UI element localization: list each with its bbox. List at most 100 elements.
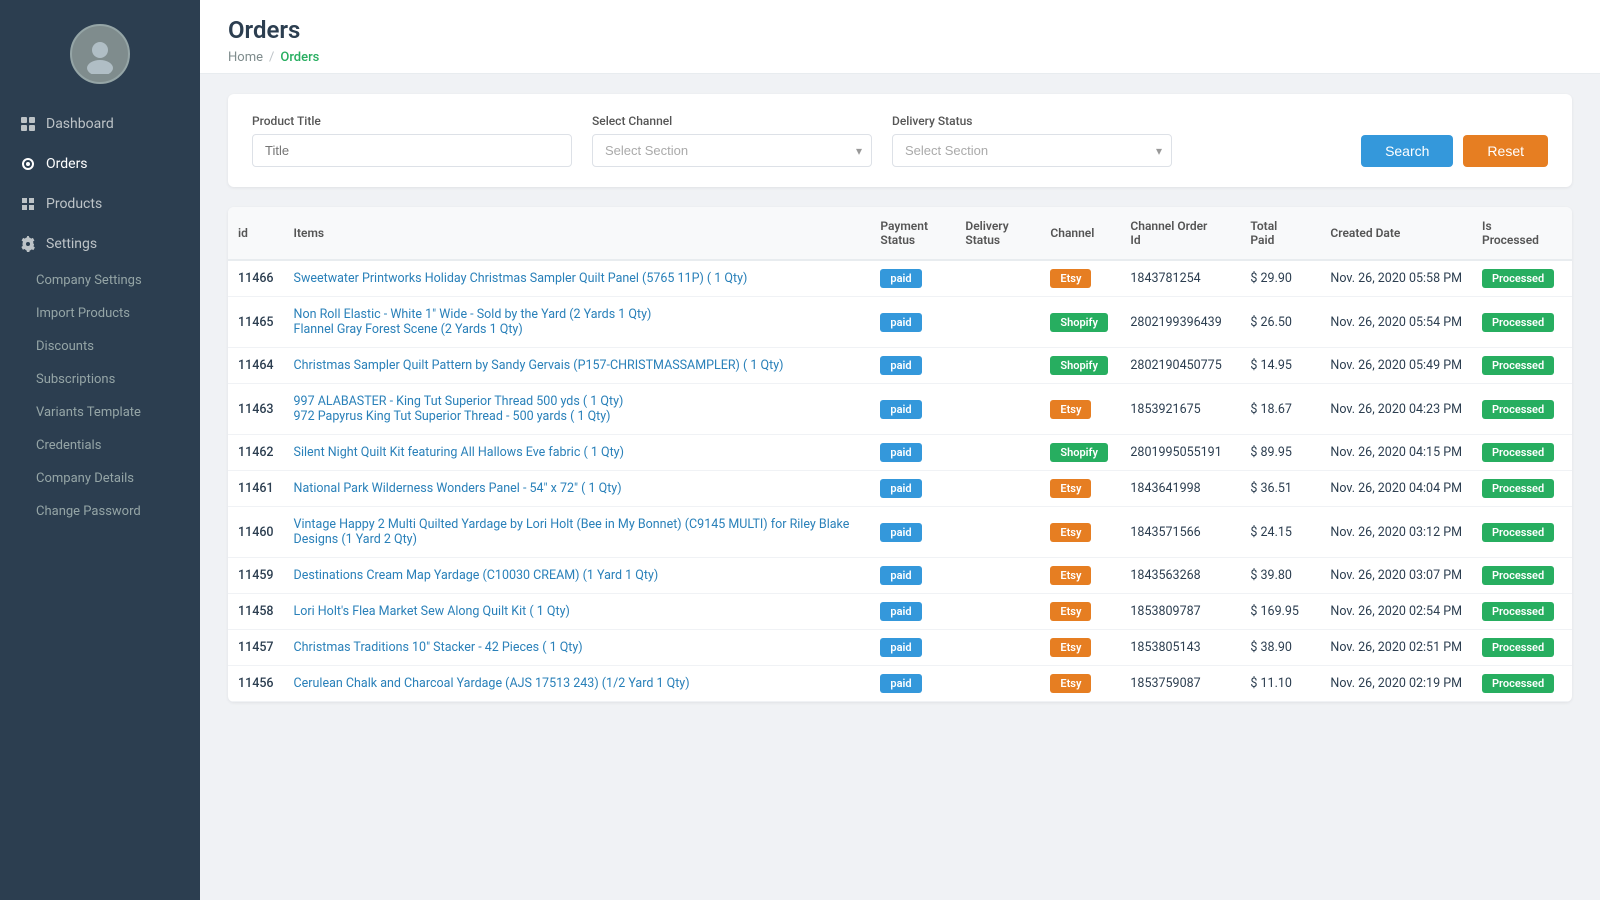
col-header-items: Items bbox=[284, 207, 871, 260]
variants-template-label: Variants Template bbox=[36, 405, 141, 420]
cell-delivery-status bbox=[955, 297, 1040, 348]
payment-badge: paid bbox=[880, 638, 921, 657]
sidebar-item-settings[interactable]: Settings bbox=[0, 224, 200, 264]
cell-is-processed: Processed bbox=[1472, 558, 1572, 594]
cell-is-processed: Processed bbox=[1472, 435, 1572, 471]
channel-badge: Etsy bbox=[1050, 566, 1091, 585]
breadcrumb-home[interactable]: Home bbox=[228, 50, 263, 65]
cell-created-date: Nov. 26, 2020 05:49 PM bbox=[1320, 348, 1472, 384]
sidebar-item-orders-label: Orders bbox=[46, 156, 88, 172]
cell-delivery-status bbox=[955, 630, 1040, 666]
sidebar-item-subscriptions[interactable]: Subscriptions bbox=[0, 363, 200, 396]
cell-items: Destinations Cream Map Yardage (C10030 C… bbox=[284, 558, 871, 594]
product-title-input[interactable] bbox=[252, 134, 572, 167]
cell-is-processed: Processed bbox=[1472, 297, 1572, 348]
cell-items: Sweetwater Printworks Holiday Christmas … bbox=[284, 260, 871, 297]
cell-payment-status: paid bbox=[870, 297, 955, 348]
payment-badge: paid bbox=[880, 269, 921, 288]
payment-badge: paid bbox=[880, 479, 921, 498]
cell-items: Lori Holt's Flea Market Sew Along Quilt … bbox=[284, 594, 871, 630]
cell-id: 11462 bbox=[228, 435, 284, 471]
sidebar-navigation: Dashboard Orders Products Settings Compa… bbox=[0, 104, 200, 900]
channel-select[interactable]: Select Section Etsy Shopify bbox=[592, 134, 872, 167]
cell-is-processed: Processed bbox=[1472, 594, 1572, 630]
cell-channel: Etsy bbox=[1040, 471, 1120, 507]
company-details-label: Company Details bbox=[36, 471, 134, 486]
table-row: 11460 Vintage Happy 2 Multi Quilted Yard… bbox=[228, 507, 1572, 558]
payment-badge: paid bbox=[880, 400, 921, 419]
cell-is-processed: Processed bbox=[1472, 630, 1572, 666]
cell-channel-order-id: 2801995055191 bbox=[1120, 435, 1240, 471]
main-content: Orders Home / Orders Product Title Selec… bbox=[200, 0, 1600, 900]
cell-id: 11457 bbox=[228, 630, 284, 666]
channel-badge: Etsy bbox=[1050, 602, 1091, 621]
cell-delivery-status bbox=[955, 558, 1040, 594]
sidebar-item-products[interactable]: Products bbox=[0, 184, 200, 224]
table-row: 11457 Christmas Traditions 10" Stacker -… bbox=[228, 630, 1572, 666]
sidebar-item-company-settings[interactable]: Company Settings bbox=[0, 264, 200, 297]
sidebar-item-company-details[interactable]: Company Details bbox=[0, 462, 200, 495]
reset-button[interactable]: Reset bbox=[1463, 135, 1548, 167]
channel-badge: Etsy bbox=[1050, 674, 1091, 693]
cell-channel: Etsy bbox=[1040, 384, 1120, 435]
sidebar-item-discounts[interactable]: Discounts bbox=[0, 330, 200, 363]
cell-channel-order-id: 2802199396439 bbox=[1120, 297, 1240, 348]
cell-channel: Shopify bbox=[1040, 297, 1120, 348]
cell-payment-status: paid bbox=[870, 594, 955, 630]
cell-items: Christmas Sampler Quilt Pattern by Sandy… bbox=[284, 348, 871, 384]
cell-payment-status: paid bbox=[870, 384, 955, 435]
company-settings-label: Company Settings bbox=[36, 273, 142, 288]
cell-delivery-status bbox=[955, 507, 1040, 558]
cell-delivery-status bbox=[955, 384, 1040, 435]
payment-badge: paid bbox=[880, 523, 921, 542]
cell-total-paid: $ 14.95 bbox=[1240, 348, 1320, 384]
import-products-label: Import Products bbox=[36, 306, 130, 321]
cell-channel: Shopify bbox=[1040, 435, 1120, 471]
cell-payment-status: paid bbox=[870, 471, 955, 507]
payment-badge: paid bbox=[880, 602, 921, 621]
sidebar-item-products-label: Products bbox=[46, 196, 102, 212]
change-password-label: Change Password bbox=[36, 504, 141, 519]
delivery-select-wrapper: Select Section Shipped Pending bbox=[892, 134, 1172, 167]
payment-badge: paid bbox=[880, 443, 921, 462]
cell-channel-order-id: 1853805143 bbox=[1120, 630, 1240, 666]
table-row: 11459 Destinations Cream Map Yardage (C1… bbox=[228, 558, 1572, 594]
payment-badge: paid bbox=[880, 566, 921, 585]
cell-items: 997 ALABASTER - King Tut Superior Thread… bbox=[284, 384, 871, 435]
col-header-id: id bbox=[228, 207, 284, 260]
cell-id: 11459 bbox=[228, 558, 284, 594]
col-header-payment-status: PaymentStatus bbox=[870, 207, 955, 260]
sidebar-item-orders[interactable]: Orders bbox=[0, 144, 200, 184]
delivery-status-select[interactable]: Select Section Shipped Pending bbox=[892, 134, 1172, 167]
cell-created-date: Nov. 26, 2020 02:19 PM bbox=[1320, 666, 1472, 702]
content-area: Product Title Select Channel Select Sect… bbox=[200, 74, 1600, 900]
cell-delivery-status bbox=[955, 348, 1040, 384]
sidebar-item-variants-template[interactable]: Variants Template bbox=[0, 396, 200, 429]
processed-badge: Processed bbox=[1482, 356, 1554, 375]
table-header-row: id Items PaymentStatus DeliveryStatus Ch… bbox=[228, 207, 1572, 260]
avatar bbox=[70, 24, 130, 84]
sidebar-item-import-products[interactable]: Import Products bbox=[0, 297, 200, 330]
cell-channel-order-id: 1853759087 bbox=[1120, 666, 1240, 702]
sidebar-item-credentials[interactable]: Credentials bbox=[0, 429, 200, 462]
cell-created-date: Nov. 26, 2020 02:51 PM bbox=[1320, 630, 1472, 666]
cell-id: 11465 bbox=[228, 297, 284, 348]
channel-badge: Etsy bbox=[1050, 523, 1091, 542]
cell-created-date: Nov. 26, 2020 03:07 PM bbox=[1320, 558, 1472, 594]
search-button[interactable]: Search bbox=[1361, 135, 1453, 167]
col-header-is-processed: IsProcessed bbox=[1472, 207, 1572, 260]
sidebar-item-dashboard[interactable]: Dashboard bbox=[0, 104, 200, 144]
select-channel-group: Select Channel Select Section Etsy Shopi… bbox=[592, 114, 872, 167]
table-row: 11458 Lori Holt's Flea Market Sew Along … bbox=[228, 594, 1572, 630]
cell-items: Vintage Happy 2 Multi Quilted Yardage by… bbox=[284, 507, 871, 558]
cell-items: Silent Night Quilt Kit featuring All Hal… bbox=[284, 435, 871, 471]
cell-total-paid: $ 29.90 bbox=[1240, 260, 1320, 297]
sidebar-item-change-password[interactable]: Change Password bbox=[0, 495, 200, 528]
sidebar-item-dashboard-label: Dashboard bbox=[46, 116, 114, 132]
cell-is-processed: Processed bbox=[1472, 507, 1572, 558]
channel-badge: Etsy bbox=[1050, 269, 1091, 288]
cell-channel: Etsy bbox=[1040, 507, 1120, 558]
cell-items: Christmas Traditions 10" Stacker - 42 Pi… bbox=[284, 630, 871, 666]
channel-badge: Etsy bbox=[1050, 479, 1091, 498]
cell-id: 11458 bbox=[228, 594, 284, 630]
